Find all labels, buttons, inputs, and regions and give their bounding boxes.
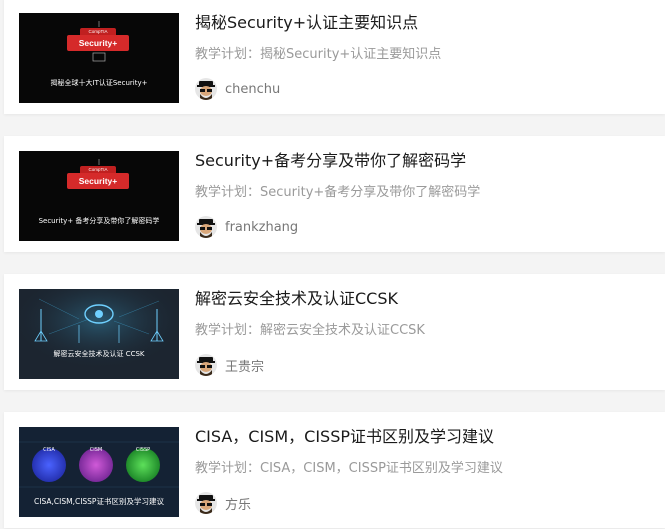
avatar-icon xyxy=(195,78,217,100)
cisa-label: CISA xyxy=(43,447,55,453)
course-thumbnail[interactable]: 解密云安全技术及认证 CCSK xyxy=(19,289,179,379)
course-title[interactable]: Security+备考分享及带你了解密码学 xyxy=(195,150,466,172)
badge-graphic xyxy=(98,159,100,165)
course-card[interactable]: CompTIA Security+ Security+ 备考分享及带你了解密码学… xyxy=(4,136,665,252)
comptia-brand-label: CompTIA xyxy=(80,28,116,35)
course-title[interactable]: 揭秘Security+认证主要知识点 xyxy=(195,12,418,34)
avatar xyxy=(195,354,217,376)
course-author[interactable]: chenchu xyxy=(195,78,280,100)
avatar xyxy=(195,78,217,100)
course-thumbnail[interactable]: CISA CISM CISSP CISA,CISM,CISSP证书区别及学习建议 xyxy=(19,427,179,517)
avatar xyxy=(195,216,217,238)
avatar-icon xyxy=(195,216,217,238)
course-card[interactable]: CISA CISM CISSP CISA,CISM,CISSP证书区别及学习建议… xyxy=(4,412,665,528)
teaching-plan: 教学计划：Security+备考分享及带你了解密码学 xyxy=(195,185,481,200)
course-author[interactable]: frankzhang xyxy=(195,216,298,238)
course-thumbnail[interactable]: CompTIA Security+ 揭秘全球十大IT认证Security+ xyxy=(19,13,179,103)
course-card[interactable]: 解密云安全技术及认证 CCSK 解密云安全技术及认证CCSK 教学计划：解密云安… xyxy=(4,274,665,390)
author-name: 方乐 xyxy=(225,497,252,513)
badge-graphic xyxy=(92,21,106,62)
cissp-label: CISSP xyxy=(135,447,151,453)
author-name: frankzhang xyxy=(225,219,299,235)
avatar-icon xyxy=(195,354,217,376)
cloud-security-graphic xyxy=(19,289,179,379)
thumbnail-caption: 解密云安全技术及认证 CCSK xyxy=(53,350,145,358)
teaching-plan: 教学计划：CISA，CISM，CISSP证书区别及学习建议 xyxy=(195,461,503,476)
author-name: 王贵宗 xyxy=(225,359,265,375)
course-card[interactable]: CompTIA Security+ 揭秘全球十大IT认证Security+ 揭秘… xyxy=(4,0,665,114)
course-title[interactable]: CISA，CISM，CISSP证书区别及学习建议 xyxy=(195,426,494,448)
course-title[interactable]: 解密云安全技术及认证CCSK xyxy=(195,288,398,310)
comptia-brand-label: CompTIA xyxy=(80,166,116,173)
security-plus-badge: Security+ xyxy=(67,173,129,189)
security-plus-badge: Security+ xyxy=(67,35,129,51)
teaching-plan: 教学计划：解密云安全技术及认证CCSK xyxy=(195,323,425,338)
thumbnail-caption: 揭秘全球十大IT认证Security+ xyxy=(50,79,148,87)
teaching-plan: 教学计划：揭秘Security+认证主要知识点 xyxy=(195,47,442,62)
avatar-icon xyxy=(195,492,217,514)
course-author[interactable]: 王贵宗 xyxy=(195,354,264,376)
author-name: chenchu xyxy=(225,81,281,97)
avatar xyxy=(195,492,217,514)
course-author[interactable]: 方乐 xyxy=(195,492,251,514)
thumbnail-caption: CISA,CISM,CISSP证书区别及学习建议 xyxy=(34,497,164,506)
thumbnail-caption: Security+ 备考分享及带你了解密码学 xyxy=(38,217,160,225)
course-thumbnail[interactable]: CompTIA Security+ Security+ 备考分享及带你了解密码学 xyxy=(19,151,179,241)
cism-label: CISM xyxy=(89,447,103,453)
course-list: CompTIA Security+ 揭秘全球十大IT认证Security+ 揭秘… xyxy=(0,0,665,529)
